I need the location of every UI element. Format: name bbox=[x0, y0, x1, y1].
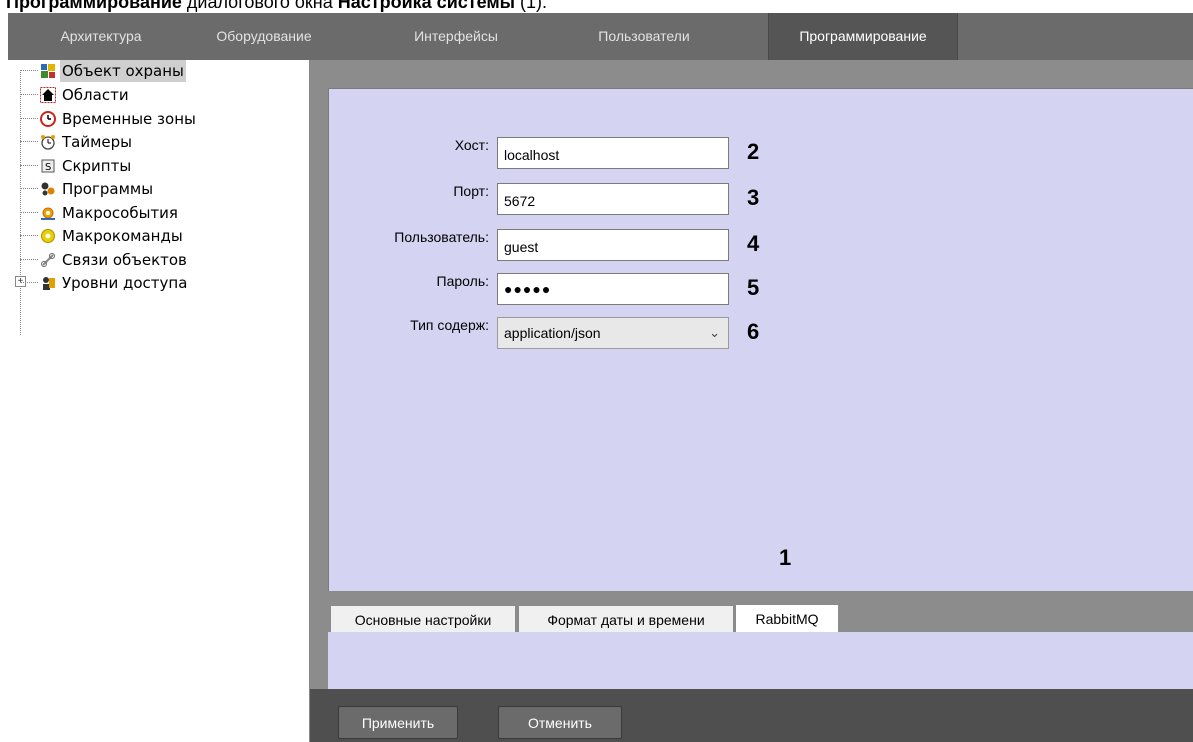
tree-item-timers[interactable]: Таймеры bbox=[20, 131, 134, 153]
content-type-select[interactable]: application/json ⌄ bbox=[497, 317, 729, 349]
button-bar: Применить Отменить bbox=[310, 689, 1193, 742]
settings-content-area: Хост: localhost 2 Порт: 5672 3 Пользоват… bbox=[310, 60, 1193, 689]
callout-2: 2 bbox=[747, 139, 760, 164]
tree-item-label: Области bbox=[62, 86, 129, 104]
tree-item-areas[interactable]: Области bbox=[20, 84, 131, 106]
panel-footer-area bbox=[328, 632, 1193, 689]
tree-item-label: Макрокоманды bbox=[62, 227, 183, 245]
macro-command-icon bbox=[40, 228, 56, 244]
link-icon bbox=[40, 252, 56, 268]
caption-regular-2: (1). bbox=[515, 0, 548, 12]
tree-item-macro-events[interactable]: Макрособытия bbox=[20, 202, 180, 224]
tab-programming[interactable]: Программирование bbox=[768, 13, 958, 60]
programs-icon bbox=[40, 181, 56, 197]
port-input[interactable]: 5672 bbox=[497, 183, 729, 215]
content-type-value: application/json bbox=[504, 325, 601, 341]
tree-item-label: Связи объектов bbox=[62, 251, 187, 269]
tree-item-label: Скрипты bbox=[62, 157, 132, 175]
caption-regular-1: диалогового окна bbox=[181, 0, 338, 12]
callout-1: 1 bbox=[779, 545, 792, 570]
tree-item-label: Объект охраны bbox=[60, 60, 186, 82]
alarm-clock-icon bbox=[40, 134, 56, 150]
cancel-button[interactable]: Отменить bbox=[498, 706, 622, 739]
port-label: Порт: bbox=[453, 183, 489, 199]
tree-item-label: Временные зоны bbox=[62, 110, 196, 128]
chevron-down-icon[interactable]: ⌄ bbox=[709, 318, 720, 348]
tree-item-label: Уровни доступа bbox=[62, 274, 188, 292]
access-level-icon bbox=[40, 275, 56, 291]
tree-item-label: Программы bbox=[62, 180, 154, 198]
area-house-icon bbox=[40, 87, 56, 103]
host-input[interactable]: localhost bbox=[497, 137, 729, 169]
tree-item-macro-commands[interactable]: Макрокоманды bbox=[20, 225, 185, 247]
script-icon: S bbox=[40, 158, 56, 174]
tree-item-guard-object[interactable]: Объект охраны bbox=[20, 60, 186, 82]
guard-object-icon bbox=[40, 63, 56, 79]
caption-text: Программирование диалогового окна Настро… bbox=[6, 0, 547, 13]
password-input[interactable]: ●●●●● bbox=[497, 273, 729, 305]
tree-item-label: Макрособытия bbox=[62, 204, 178, 222]
callout-6: 6 bbox=[747, 319, 760, 344]
tree-item-access-levels[interactable]: Уровни доступа bbox=[20, 272, 189, 294]
tab-interfaces[interactable]: Интерфейсы bbox=[396, 13, 516, 60]
password-label: Пароль: bbox=[436, 273, 489, 289]
callout-5: 5 bbox=[747, 275, 760, 300]
tree-item-scripts[interactable]: S Скрипты bbox=[20, 155, 133, 177]
caption-bold-1: Программирование bbox=[6, 0, 182, 12]
subtab-rabbitmq[interactable]: RabbitMQ bbox=[735, 604, 839, 634]
user-input[interactable]: guest bbox=[497, 229, 729, 261]
top-tab-bar: Архитектура Оборудование Интерфейсы Поль… bbox=[8, 13, 1193, 60]
host-label: Хост: bbox=[454, 137, 489, 153]
tree-item-label: Таймеры bbox=[62, 133, 133, 151]
apply-button[interactable]: Применить bbox=[338, 706, 458, 739]
callout-4: 4 bbox=[747, 231, 760, 256]
tab-architecture[interactable]: Архитектура bbox=[36, 13, 166, 60]
clock-icon bbox=[40, 111, 56, 127]
svg-text:S: S bbox=[45, 162, 51, 173]
tree-item-programs[interactable]: Программы bbox=[20, 178, 155, 200]
subtab-datetime-format[interactable]: Формат даты и времени bbox=[518, 605, 734, 633]
content-type-label: Тип содерж: bbox=[410, 317, 489, 333]
tab-hardware[interactable]: Оборудование bbox=[194, 13, 334, 60]
tab-users[interactable]: Пользователи bbox=[574, 13, 714, 60]
settings-window: Архитектура Оборудование Интерфейсы Поль… bbox=[8, 13, 1193, 742]
rabbitmq-settings-panel: Хост: localhost 2 Порт: 5672 3 Пользоват… bbox=[328, 88, 1193, 591]
macro-event-icon bbox=[40, 205, 56, 221]
caption-bold-2: Настройка системы bbox=[337, 0, 516, 12]
tree-item-object-links[interactable]: Связи объектов bbox=[20, 249, 189, 271]
callout-3: 3 bbox=[747, 185, 760, 210]
subtab-general-settings[interactable]: Основные настройки bbox=[330, 605, 516, 633]
tree-item-time-zones[interactable]: Временные зоны bbox=[20, 108, 198, 130]
user-label: Пользователь: bbox=[394, 229, 489, 245]
object-tree: + Объект охраны Области Временные зоны Т… bbox=[8, 60, 310, 742]
